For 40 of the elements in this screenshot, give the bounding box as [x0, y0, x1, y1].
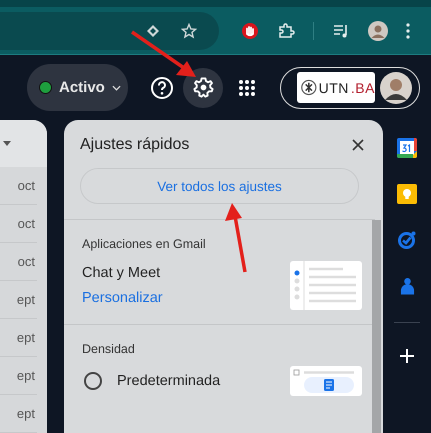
logo-suffix: .BA	[350, 80, 375, 96]
density-preview-icon	[290, 366, 362, 396]
mail-date: ept	[16, 368, 35, 383]
radio-button[interactable]	[84, 372, 102, 390]
status-chip[interactable]: Activo	[27, 64, 128, 111]
check-circle-icon[interactable]	[397, 230, 417, 250]
layout-preview-icon	[290, 261, 362, 310]
emblem-icon	[301, 79, 317, 96]
apps-grid-icon[interactable]	[238, 78, 256, 96]
annotation-arrow	[131, 30, 196, 77]
puzzle-icon[interactable]	[277, 22, 295, 40]
logo-text: UTN	[318, 80, 349, 96]
mail-date: oct	[18, 178, 35, 193]
settings-button[interactable]	[183, 68, 223, 108]
plus-icon[interactable]	[400, 349, 414, 363]
mail-date: ept	[16, 292, 35, 307]
chevron-icon	[112, 84, 121, 90]
setting-label: Chat y Meet	[82, 265, 162, 281]
dropdown-icon[interactable]	[3, 141, 11, 146]
account-switcher[interactable]: UTN.BA	[280, 66, 420, 108]
diamond-icon[interactable]	[145, 22, 161, 38]
gear-icon	[192, 76, 214, 99]
mail-date: ept	[16, 406, 35, 421]
annotation-arrow	[225, 203, 247, 272]
help-icon[interactable]	[150, 76, 174, 100]
scrollbar[interactable]	[372, 220, 381, 433]
section-heading: Aplicaciones en Gmail	[82, 237, 207, 251]
panel-title: Ajustes rápidos	[80, 136, 190, 154]
more-icon[interactable]	[406, 22, 410, 38]
close-icon[interactable]	[352, 139, 364, 151]
section-heading: Densidad	[82, 342, 136, 356]
mail-date: oct	[18, 216, 35, 231]
person-icon[interactable]	[400, 276, 414, 296]
avatar-icon[interactable]	[380, 72, 412, 104]
mail-date: ept	[16, 330, 35, 345]
density-option[interactable]: Predeterminada	[84, 372, 220, 390]
stop-hand-icon[interactable]	[241, 22, 259, 40]
star-icon[interactable]	[181, 22, 197, 38]
mail-date: oct	[18, 254, 35, 269]
calendar-icon[interactable]	[397, 138, 417, 158]
